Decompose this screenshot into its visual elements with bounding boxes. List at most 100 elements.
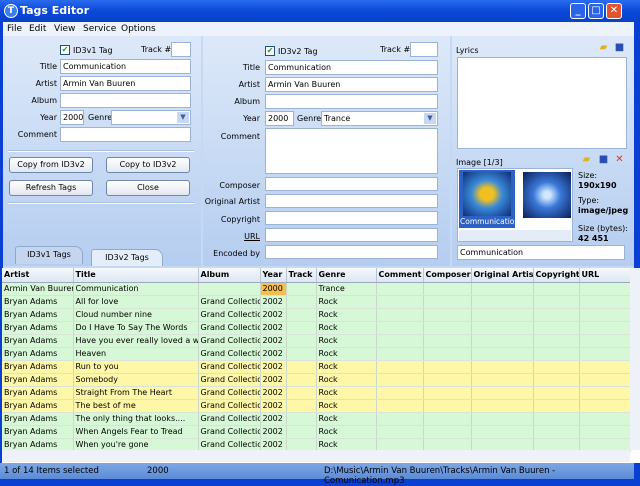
id3v1-artist-input[interactable]: Armin Van Buuren [60, 76, 191, 91]
id3v1-genre-select[interactable]: ▼ [111, 110, 191, 125]
id3v2-title-input[interactable]: Communication [265, 60, 438, 75]
menu-options[interactable]: Options [121, 24, 156, 34]
column-header[interactable]: Album [198, 268, 261, 283]
id3v2-year-input[interactable]: 2000 [265, 111, 294, 126]
table-row[interactable]: Bryan AdamsThe best of meGrand Collectio… [2, 399, 631, 413]
table-row[interactable]: Bryan Adams Cloud number nine Grand Collec… [2, 308, 631, 322]
table-cell[interactable] [471, 295, 534, 309]
table-cell[interactable] [286, 373, 317, 387]
table-cell[interactable] [579, 412, 631, 426]
table-cell[interactable] [579, 425, 631, 439]
table-cell[interactable] [579, 386, 631, 400]
lyrics-textarea[interactable] [457, 57, 627, 149]
table-row[interactable]: Bryan AdamsHeavenGrand Collection2002 Roc… [2, 347, 631, 361]
column-header[interactable]: Original Artist [471, 268, 534, 283]
table-cell[interactable] [533, 334, 580, 348]
table-cell[interactable]: 2002 [260, 295, 287, 309]
table-cell[interactable] [533, 347, 580, 361]
table-cell[interactable] [286, 347, 317, 361]
id3v1-title-input[interactable]: Communication [60, 59, 191, 74]
menu-edit[interactable]: Edit [29, 24, 46, 34]
column-header[interactable]: Copyright [533, 268, 580, 283]
table-cell[interactable]: Grand Collection [198, 399, 261, 413]
table-cell[interactable]: 2002 [260, 425, 287, 439]
table-cell[interactable]: Armin Van Buuren [2, 282, 74, 296]
delete-icon[interactable]: ✕ [614, 154, 625, 165]
table-cell[interactable] [286, 412, 317, 426]
table-cell[interactable] [471, 334, 534, 348]
table-cell[interactable]: Run to you [73, 360, 199, 374]
save-icon[interactable]: ■ [598, 154, 609, 165]
table-cell[interactable]: Grand Collection [198, 412, 261, 426]
table-cell[interactable] [471, 282, 534, 296]
copy-to-id3v2-button[interactable]: Copy to ID3v2 [106, 157, 190, 173]
table-row[interactable]: Bryan Adams Do I Have To Say The Words Gra… [2, 321, 631, 335]
table-cell[interactable]: Bryan Adams [2, 295, 74, 309]
menu-view[interactable]: View [54, 24, 75, 34]
table-cell[interactable] [471, 425, 534, 439]
table-cell[interactable]: Bryan Adams [2, 360, 74, 374]
table-cell[interactable] [579, 282, 631, 296]
table-cell[interactable]: Straight From The Heart [73, 386, 199, 400]
table-cell[interactable] [423, 386, 472, 400]
table-cell[interactable]: Rock [316, 308, 377, 322]
table-cell[interactable]: Bryan Adams [2, 321, 74, 335]
id3v1-checkbox[interactable]: ✔ [60, 45, 70, 55]
table-cell[interactable] [376, 360, 424, 374]
table-row[interactable]: Bryan AdamsRun to youGrand Collection200… [2, 360, 631, 374]
table-cell[interactable]: Grand Collection [198, 360, 261, 374]
table-cell[interactable]: Heaven [73, 347, 199, 361]
table-cell[interactable]: Rock [316, 295, 377, 309]
table-cell[interactable] [286, 425, 317, 439]
id3v2-track-input[interactable] [410, 42, 438, 57]
table-cell[interactable] [533, 321, 580, 335]
table-cell[interactable]: 2002 [260, 360, 287, 374]
table-cell[interactable]: 2002 [260, 321, 287, 335]
table-cell[interactable] [471, 347, 534, 361]
id3v1-comment-input[interactable] [60, 127, 191, 142]
id3v2-comment-textarea[interactable] [265, 128, 438, 174]
original-artist-input[interactable] [265, 194, 438, 208]
table-cell[interactable] [533, 295, 580, 309]
open-folder-icon[interactable]: ▰ [581, 154, 592, 165]
open-folder-icon[interactable]: ▰ [598, 42, 609, 53]
table-cell[interactable]: Have you ever really loved a w [73, 334, 199, 348]
menu-service[interactable]: Service [83, 24, 116, 34]
table-cell[interactable] [579, 334, 631, 348]
table-row[interactable]: Bryan AdamsSomebodyGrand Collection2002 R… [2, 373, 631, 387]
id3v2-genre-select[interactable]: Trance ▼ [321, 111, 438, 126]
table-cell[interactable] [286, 308, 317, 322]
table-cell[interactable] [533, 425, 580, 439]
horizontal-scrollbar[interactable] [459, 230, 571, 241]
table-cell[interactable]: Trance [316, 282, 377, 296]
table-cell[interactable] [533, 308, 580, 322]
table-cell[interactable]: Somebody [73, 373, 199, 387]
table-row[interactable]: Bryan Adams Straight From The Heart Grand … [2, 386, 631, 400]
table-cell[interactable] [423, 334, 472, 348]
table-cell[interactable]: The best of me [73, 399, 199, 413]
table-cell[interactable] [423, 360, 472, 374]
image-description-input[interactable]: Communication [457, 245, 625, 260]
table-cell[interactable] [423, 425, 472, 439]
table-cell[interactable] [579, 373, 631, 387]
table-cell[interactable] [286, 399, 317, 413]
id3v2-artist-input[interactable]: Armin Van Buuren [265, 77, 438, 92]
table-cell[interactable] [579, 308, 631, 322]
table-cell[interactable] [376, 386, 424, 400]
chevron-down-icon[interactable]: ▼ [177, 112, 189, 123]
table-cell[interactable] [376, 308, 424, 322]
table-cell[interactable] [533, 386, 580, 400]
table-cell[interactable] [376, 295, 424, 309]
id3v2-album-input[interactable] [265, 94, 438, 109]
table-cell[interactable]: 2000 [260, 282, 287, 296]
table-cell[interactable] [471, 373, 534, 387]
table-cell[interactable]: The only thing that looks.... [73, 412, 199, 426]
table-cell[interactable] [423, 308, 472, 322]
horizontal-scrollbar[interactable] [2, 450, 630, 462]
table-cell[interactable]: Bryan Adams [2, 373, 74, 387]
table-cell[interactable]: Bryan Adams [2, 347, 74, 361]
table-cell[interactable] [471, 360, 534, 374]
table-cell[interactable] [423, 373, 472, 387]
table-cell[interactable] [376, 425, 424, 439]
column-header[interactable]: Comment [376, 268, 424, 283]
